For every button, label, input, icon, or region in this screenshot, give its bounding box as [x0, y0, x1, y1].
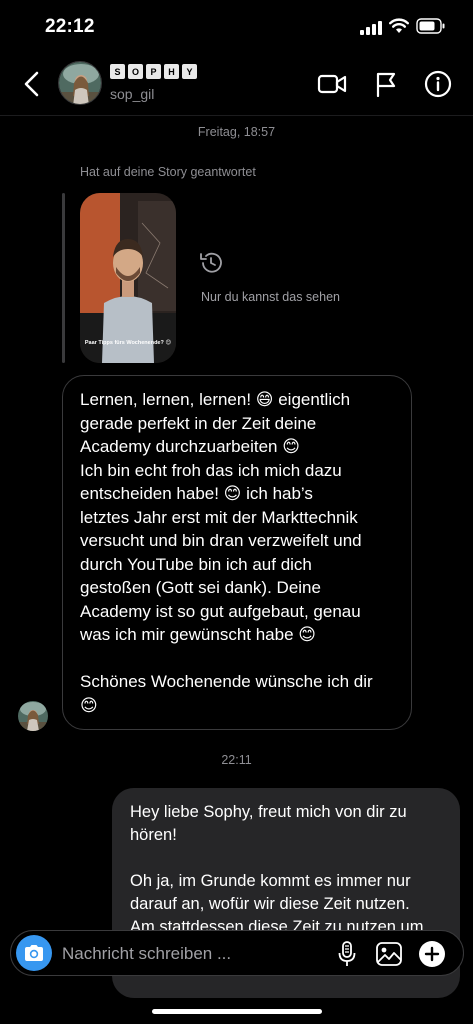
message-line: gerade perfekt in der Zeit deine — [80, 413, 317, 433]
story-thumbnail[interactable]: Paar Tipps fürs Wochenende? 😊 — [80, 193, 176, 363]
message-timestamp: Freitag, 18:57 — [197, 125, 276, 139]
microphone-icon — [338, 941, 356, 966]
history-icon — [200, 252, 222, 273]
name-letter: O — [128, 64, 143, 79]
message-line: Lernen, lernen, lernen! 😄 eigentlich — [80, 390, 351, 409]
chat-header: S O P H Y sop_gil — [0, 54, 473, 116]
contact-display-name[interactable]: S O P H Y — [110, 64, 197, 79]
report-button[interactable] — [370, 68, 402, 100]
story-caption: Paar Tipps fürs Wochenende? 😊 — [84, 340, 172, 346]
flag-icon — [376, 72, 396, 97]
message-timestamp: 22:11 — [221, 753, 252, 767]
message-line: Oh ja, im Grunde kommt es immer nur — [130, 872, 411, 890]
reply-indicator-bar — [62, 193, 65, 363]
video-call-button[interactable] — [316, 68, 348, 100]
plus-circle-icon — [419, 941, 445, 967]
message-input[interactable] — [62, 941, 322, 967]
image-gallery-icon — [376, 942, 402, 966]
info-button[interactable] — [422, 68, 454, 100]
home-indicator[interactable] — [152, 1009, 322, 1014]
story-reply-label: Hat auf deine Story geantwortet — [80, 165, 256, 179]
message-line: Academy durchzuarbeiten 😊 — [80, 437, 300, 456]
message-line: darauf an, wofür wir diese Zeit nutzen. — [130, 895, 410, 913]
camera-button[interactable] — [16, 935, 52, 971]
message-line: gestoßen (Gott sei dank). Deine — [80, 578, 321, 597]
contact-avatar[interactable] — [58, 61, 102, 105]
received-message-bubble[interactable]: Lernen, lernen, lernen! 😄 eigentlich ger… — [62, 375, 412, 730]
camera-icon — [25, 945, 43, 961]
video-camera-icon — [317, 74, 347, 94]
gallery-button[interactable] — [374, 939, 404, 969]
message-line: was ich mir gewünscht habe 😊 — [80, 625, 316, 644]
name-letter: S — [110, 64, 125, 79]
story-image — [80, 193, 176, 363]
message-line: durch YouTube bin ich auf dich — [80, 554, 312, 574]
voice-message-button[interactable] — [332, 939, 362, 969]
message-line: letztes Jahr erst mit der Markttechnik — [80, 507, 358, 527]
message-line: versucht und bin dran verzweifelt und — [80, 531, 362, 550]
message-line: Ich bin echt froh das ich mich dazu — [80, 460, 342, 480]
sender-avatar[interactable] — [18, 701, 48, 731]
message-line: Hey liebe Sophy, freut mich von dir zu — [130, 803, 407, 821]
message-line: 😊 — [80, 695, 98, 715]
info-icon — [424, 70, 452, 98]
message-line: hören! — [130, 826, 177, 844]
back-button[interactable] — [14, 66, 50, 102]
visibility-note: Nur du kannst das sehen — [201, 290, 340, 304]
message-line: entscheiden habe! 😊 ich hab’s — [80, 484, 313, 503]
battery-icon — [416, 18, 445, 34]
contact-username[interactable]: sop_gil — [110, 86, 154, 102]
chevron-left-icon — [24, 71, 39, 97]
status-time: 22:12 — [45, 16, 95, 37]
wifi-icon — [389, 18, 409, 33]
name-letter: Y — [182, 64, 197, 79]
name-letter: P — [146, 64, 161, 79]
message-line: Schönes Wochenende wünsche ich dir — [80, 672, 373, 691]
status-bar: 22:12 — [0, 0, 473, 54]
name-letter: H — [164, 64, 179, 79]
message-composer — [10, 930, 464, 976]
more-options-button[interactable] — [417, 939, 447, 969]
message-line: Academy ist so gut aufgebaut, genau — [80, 601, 361, 621]
signal-icon — [360, 21, 382, 35]
